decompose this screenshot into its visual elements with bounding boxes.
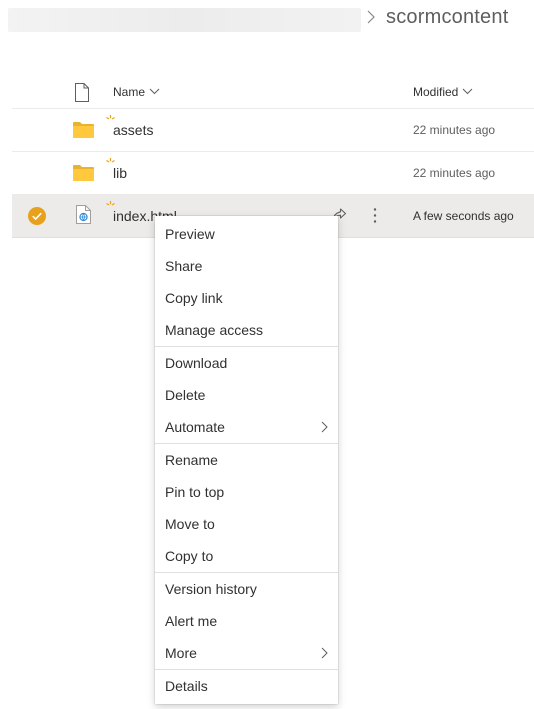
menu-item-share[interactable]: Share: [155, 250, 338, 282]
menu-item-manage-access[interactable]: Manage access: [155, 314, 338, 346]
menu-group-file-actions: Download Delete Automate: [155, 347, 338, 444]
menu-item-rename[interactable]: Rename: [155, 444, 338, 476]
menu-item-preview[interactable]: Preview: [155, 218, 338, 250]
file-name[interactable]: assets: [113, 122, 153, 138]
folder-icon: [73, 165, 94, 181]
more-vertical-icon[interactable]: [371, 207, 379, 224]
name-column-header[interactable]: Name: [113, 85, 160, 99]
selected-check-icon[interactable]: [28, 207, 46, 225]
menu-item-label: Automate: [165, 419, 225, 435]
menu-group-details: Details: [155, 670, 338, 702]
menu-item-delete[interactable]: Delete: [155, 379, 338, 411]
chevron-down-icon: [149, 88, 160, 95]
menu-item-version-history[interactable]: Version history: [155, 573, 338, 605]
chevron-down-icon: [463, 88, 473, 95]
file-name[interactable]: lib: [113, 165, 127, 181]
list-item[interactable]: assets 22 minutes ago: [12, 109, 534, 152]
breadcrumb-chevron-right-icon: [367, 10, 375, 24]
menu-group-organize: Rename Pin to top Move to Copy to: [155, 444, 338, 573]
file-type-column-icon[interactable]: [74, 83, 90, 102]
menu-item-copy-to[interactable]: Copy to: [155, 540, 338, 572]
modified-date: A few seconds ago: [413, 209, 514, 223]
menu-group-open: Preview Share Copy link Manage access: [155, 218, 338, 347]
modified-column-header[interactable]: Modified: [413, 85, 473, 99]
context-menu: Preview Share Copy link Manage access Do…: [155, 216, 338, 704]
menu-item-copy-link[interactable]: Copy link: [155, 282, 338, 314]
menu-item-download[interactable]: Download: [155, 347, 338, 379]
menu-item-label: More: [165, 645, 197, 661]
modified-date: 22 minutes ago: [413, 123, 496, 137]
menu-item-pin-to-top[interactable]: Pin to top: [155, 476, 338, 508]
menu-item-more[interactable]: More: [155, 637, 338, 669]
html-file-icon: [76, 205, 91, 224]
list-header: Name Modified: [12, 70, 534, 109]
menu-item-move-to[interactable]: Move to: [155, 508, 338, 540]
menu-item-details[interactable]: Details: [155, 670, 338, 702]
list-item[interactable]: lib 22 minutes ago: [12, 152, 534, 195]
chevron-right-icon: [321, 647, 328, 659]
chevron-right-icon: [321, 421, 328, 433]
breadcrumb-current-folder[interactable]: scormcontent: [386, 6, 508, 29]
modified-column-label: Modified: [413, 85, 459, 99]
name-column-label: Name: [113, 85, 146, 99]
breadcrumb-path-blurred[interactable]: [8, 8, 361, 32]
menu-item-alert-me[interactable]: Alert me: [155, 605, 338, 637]
menu-item-automate[interactable]: Automate: [155, 411, 338, 443]
folder-icon: [73, 122, 94, 138]
modified-date: 22 minutes ago: [413, 166, 496, 180]
menu-group-history: Version history Alert me More: [155, 573, 338, 670]
